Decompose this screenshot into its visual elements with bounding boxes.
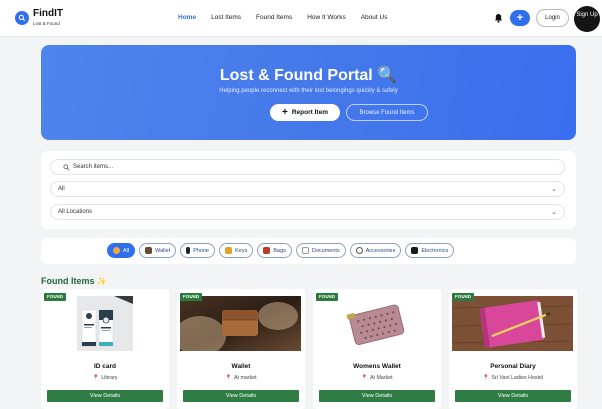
chip-label: Keys	[235, 247, 248, 254]
chip-documents[interactable]: Documents	[295, 243, 346, 258]
document-icon	[301, 247, 309, 254]
item-location-text: At market	[233, 375, 257, 381]
nav-found-items[interactable]: Found Items	[256, 14, 292, 21]
chip-label: Documents	[311, 247, 340, 254]
search-logo-icon[interactable]	[15, 11, 29, 25]
nav-links: Home Lost Items Found Items How It Works…	[178, 14, 402, 21]
item-image-id-card	[44, 296, 165, 351]
search-placeholder: Search items...	[73, 164, 114, 170]
plus-icon: +	[282, 107, 288, 118]
item-location-text: Library	[101, 375, 118, 381]
browse-found-button[interactable]: Browse Found Items	[346, 104, 428, 121]
chip-label: All	[123, 247, 130, 254]
wallet-icon	[145, 247, 153, 254]
item-name: Wallet	[231, 363, 251, 370]
chip-accessories[interactable]: Accessories	[349, 243, 402, 258]
category-select[interactable]: All ⌄	[50, 181, 565, 197]
item-card[interactable]: FOUND Personal Diary 📍 Sri Vani Ladies Ho…	[449, 289, 577, 409]
location-pin-icon: 📍	[92, 375, 100, 381]
search-icon	[63, 163, 70, 171]
monitor-icon	[411, 247, 419, 254]
grid-icon	[113, 247, 120, 254]
headphones-icon	[355, 247, 363, 254]
navbar: FindIT Lost & Found Home Lost Items Foun…	[0, 0, 602, 37]
item-location: 📍 Library	[41, 375, 169, 381]
chip-phone[interactable]: Phone	[180, 243, 216, 258]
signup-button[interactable]: Sign Up	[574, 6, 600, 32]
view-details-button[interactable]: View Details	[183, 390, 299, 402]
section-title-text: Found Items	[41, 276, 95, 286]
chip-label: Wallet	[155, 247, 171, 254]
found-badge: FOUND	[452, 293, 474, 301]
item-location: 📍 Sri Vani Ladies Hostel	[449, 375, 577, 381]
found-badge: FOUND	[44, 293, 66, 301]
item-location: 📍 At Market	[313, 375, 441, 381]
chip-label: Accessories	[365, 247, 396, 254]
brand-name[interactable]: FindIT	[33, 8, 63, 19]
found-badge: FOUND	[316, 293, 338, 301]
chip-keys[interactable]: Keys	[219, 243, 254, 258]
bag-icon	[263, 247, 271, 254]
item-location-text: Sri Vani Ladies Hostel	[491, 375, 544, 381]
view-details-button[interactable]: View Details	[47, 390, 163, 402]
view-details-button[interactable]: View Details	[319, 390, 435, 402]
view-details-button[interactable]: View Details	[455, 390, 571, 402]
item-name: ID card	[93, 363, 117, 370]
nav-about-us[interactable]: About Us	[361, 14, 388, 21]
nav-how-it-works[interactable]: How It Works	[307, 14, 346, 21]
item-image-wallet	[180, 296, 301, 351]
location-pin-icon: 📍	[482, 375, 490, 381]
location-select[interactable]: All Locations ⌄	[50, 204, 565, 220]
chevron-down-icon: ⌄	[551, 209, 557, 216]
item-name: Womens Wallet	[353, 363, 401, 370]
filter-panel: Search items... All ⌄ All Locations ⌄	[41, 151, 576, 229]
item-image-womens-wallet	[316, 296, 437, 351]
item-card[interactable]: FOUND Wallet 📍 At market View Details	[177, 289, 305, 409]
item-card[interactable]: FOUND Womens Wallet 📍 At Market View Deta…	[313, 289, 441, 409]
login-button[interactable]: Login	[536, 9, 569, 27]
chevron-down-icon: ⌄	[551, 186, 557, 193]
report-item-label: Report Item	[291, 109, 328, 116]
item-location: 📍 At market	[177, 375, 305, 381]
found-badge: FOUND	[180, 293, 202, 301]
chip-label: Electronics	[421, 247, 449, 254]
item-location-text: At Market	[369, 375, 393, 381]
chip-label: Phone	[193, 247, 210, 254]
item-image-personal-diary	[452, 296, 573, 351]
category-chips-panel: All Wallet Phone Keys Bags Documents Acc…	[41, 238, 576, 264]
location-select-value: All Locations	[58, 209, 93, 215]
bell-icon[interactable]	[494, 13, 503, 23]
item-name: Personal Diary	[490, 363, 536, 370]
hero-title: Lost & Found Portal 🔍	[219, 67, 398, 84]
brand-tagline: Lost & Found	[33, 21, 60, 26]
chip-all[interactable]: All	[107, 243, 136, 258]
location-pin-icon: 📍	[361, 375, 368, 381]
chip-wallet[interactable]: Wallet	[139, 243, 177, 258]
key-icon	[225, 247, 233, 254]
category-select-value: All	[58, 186, 65, 192]
chip-bags[interactable]: Bags	[257, 243, 292, 258]
location-pin-icon: 📍	[225, 375, 232, 381]
hero-subtitle: Helping people reconnect with their lost…	[219, 88, 398, 94]
nav-lost-items[interactable]: Lost Items	[211, 14, 241, 21]
chip-label: Bags	[273, 247, 286, 254]
add-item-button[interactable]: +	[510, 10, 530, 26]
item-card[interactable]: FOUND ID card 📍 Library View Details	[41, 289, 169, 409]
phone-icon	[186, 247, 191, 254]
sparkle-icon: ✨	[96, 277, 107, 286]
hero-banner: Lost & Found Portal 🔍 Helping people rec…	[41, 45, 576, 140]
chip-electronics[interactable]: Electronics	[405, 243, 455, 258]
found-items-title: Found Items ✨	[41, 276, 106, 286]
report-item-button[interactable]: + Report Item	[270, 104, 340, 121]
nav-home[interactable]: Home	[178, 14, 196, 21]
category-chips: All Wallet Phone Keys Bags Documents Acc…	[107, 243, 458, 258]
search-input[interactable]: Search items...	[50, 159, 565, 175]
